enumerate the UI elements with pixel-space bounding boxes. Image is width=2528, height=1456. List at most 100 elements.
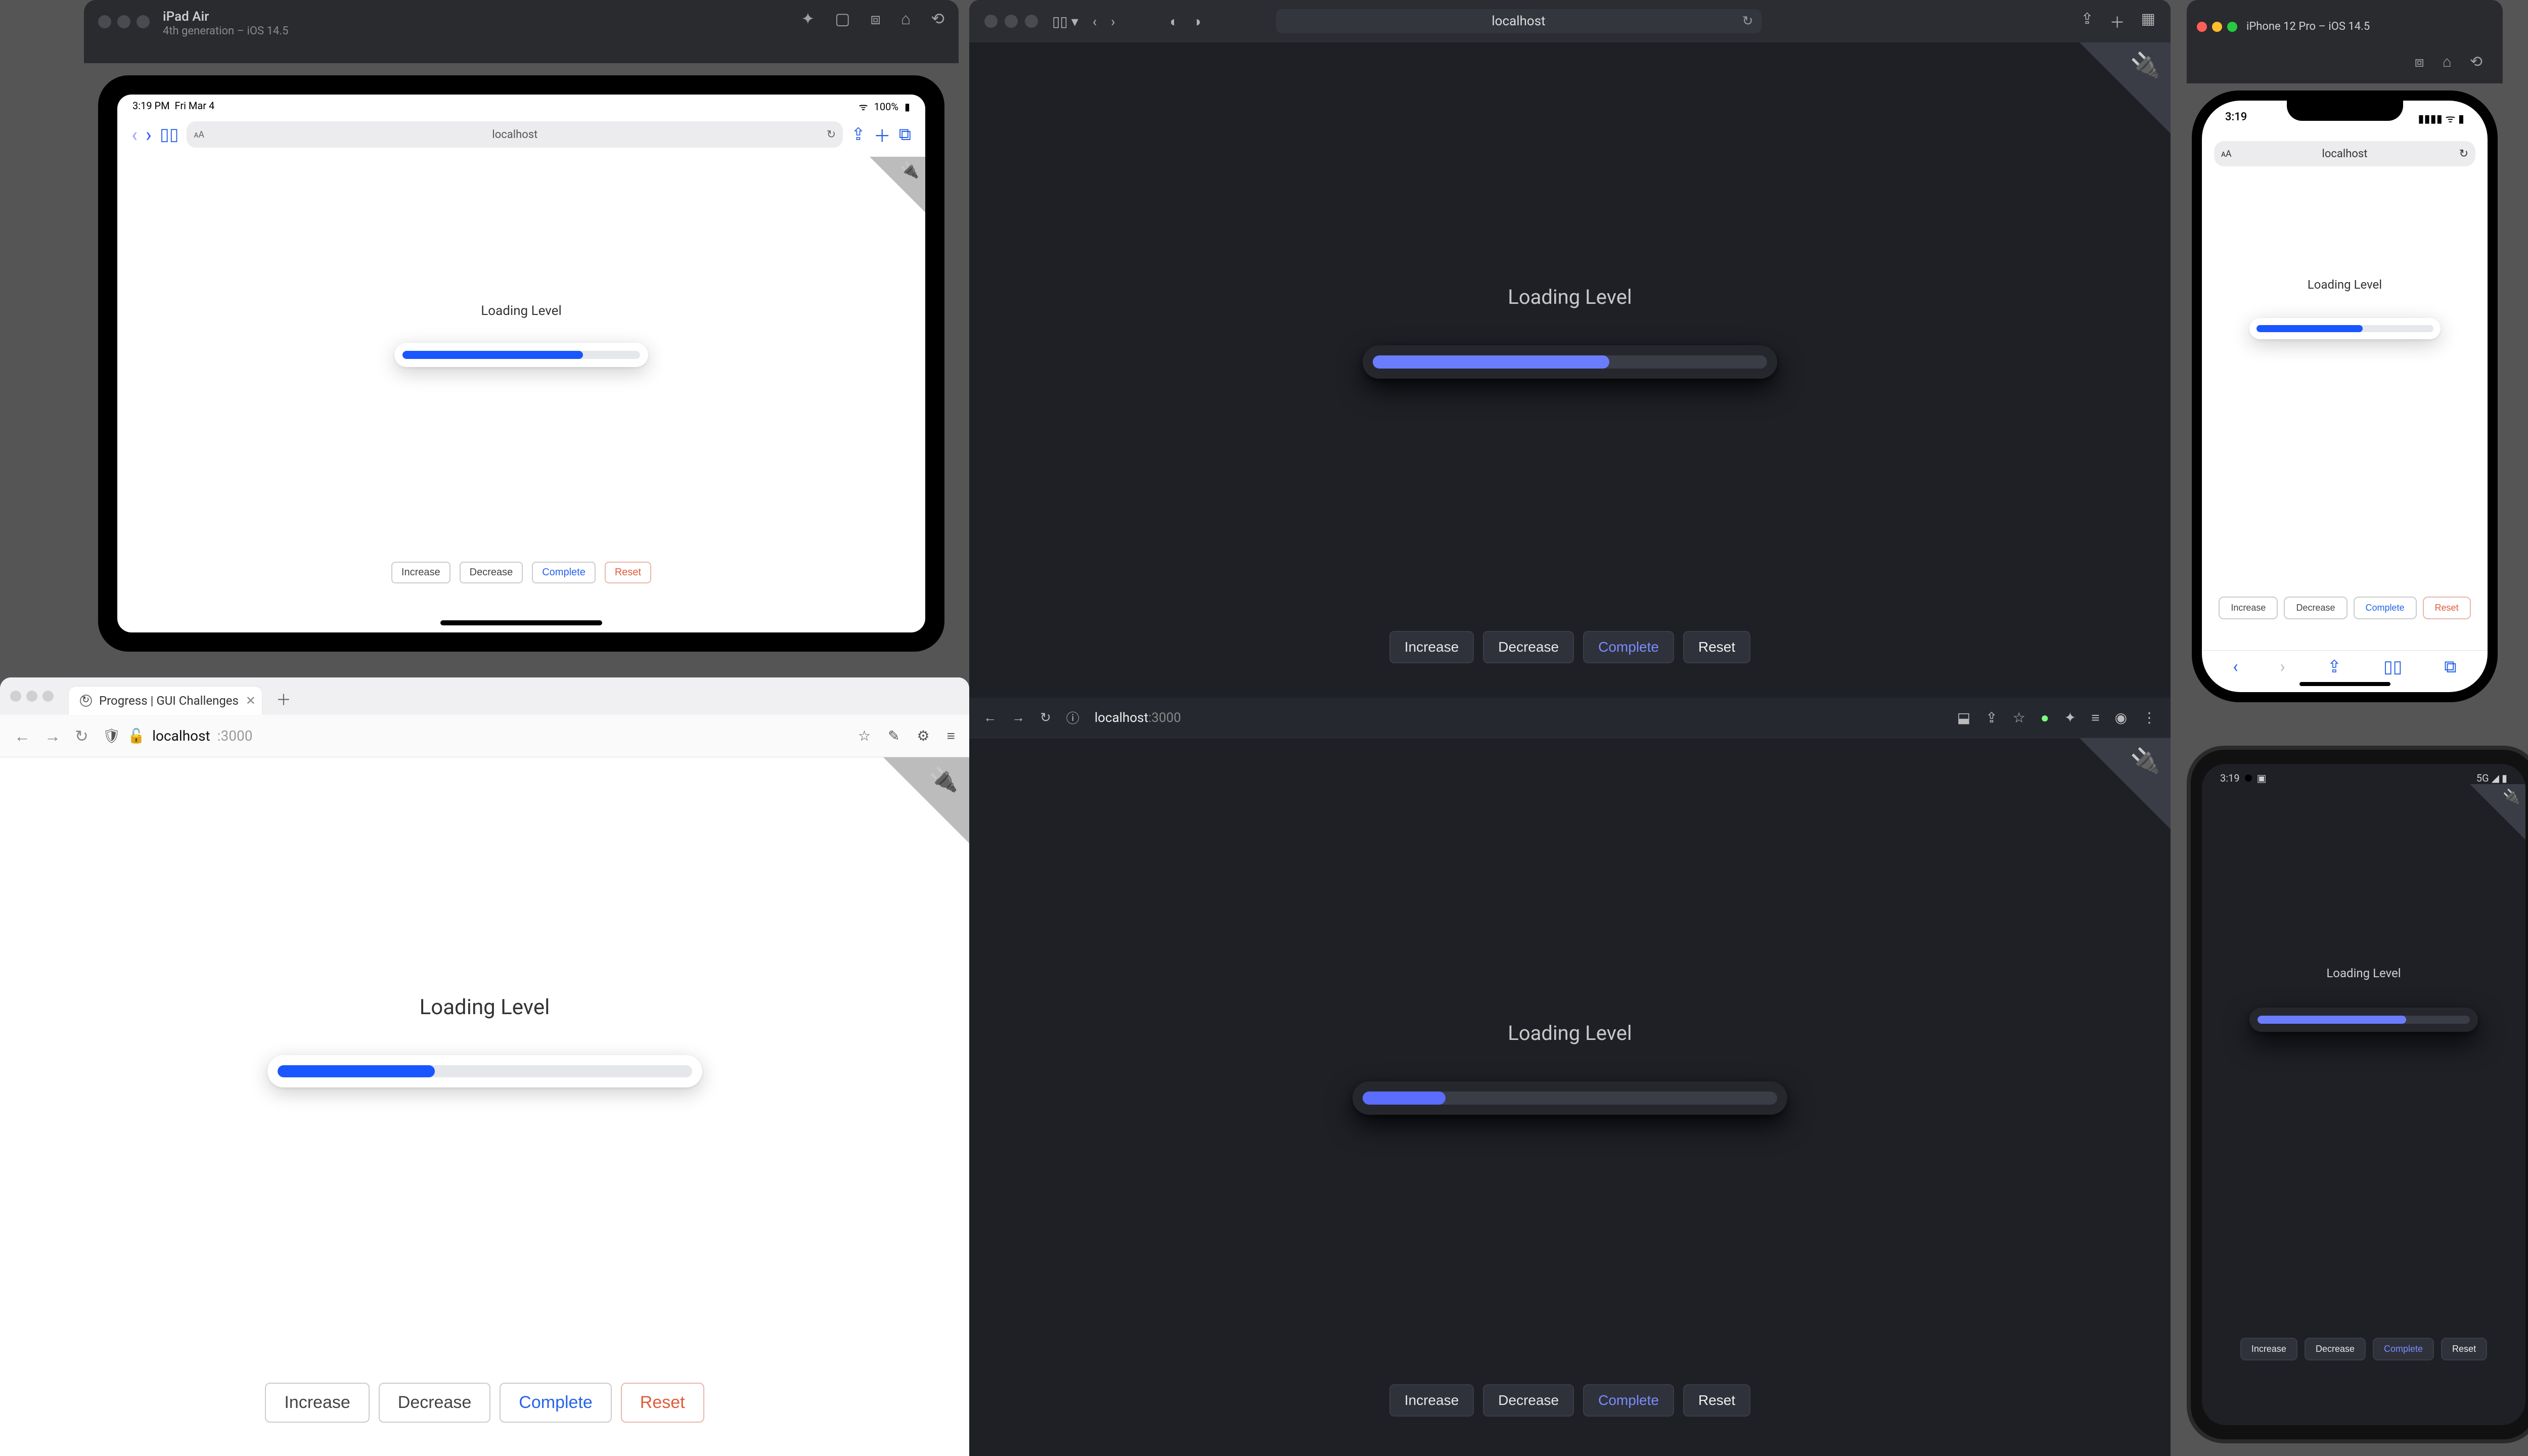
back-button[interactable]: ‹	[2233, 657, 2238, 677]
address-bar[interactable]: ᴀA localhost ↻	[2214, 141, 2475, 166]
appearance-icon[interactable]: ◑	[1193, 13, 1201, 30]
list-icon[interactable]: ≡	[2091, 709, 2099, 726]
share-icon[interactable]: ⇪	[851, 124, 866, 145]
record-icon[interactable]: ⧈	[871, 9, 881, 29]
reader-icon[interactable]: ᴀA	[194, 129, 204, 140]
decrease-button[interactable]: Decrease	[1483, 631, 1574, 663]
forward-button[interactable]: →	[44, 726, 61, 746]
reset-button[interactable]: Reset	[621, 1383, 704, 1423]
star-icon[interactable]: ☆	[2013, 709, 2025, 726]
shield-icon[interactable]: 🛡	[103, 727, 121, 744]
decrease-button[interactable]: Decrease	[2305, 1338, 2366, 1360]
address-bar[interactable]: localhost ↻	[1276, 9, 1762, 33]
forward-button[interactable]: ›	[1111, 13, 1115, 30]
bookmarks-icon[interactable]: ▯▯	[2383, 657, 2402, 677]
home-icon[interactable]: ⌂	[2443, 53, 2452, 77]
tabs-icon[interactable]: ⧉	[899, 124, 911, 145]
decrease-button[interactable]: Decrease	[1483, 1384, 1574, 1417]
reader-icon[interactable]: ᴀA	[2221, 149, 2232, 159]
simulator-title: iPad Air	[163, 9, 288, 25]
reset-button[interactable]: Reset	[2441, 1338, 2487, 1360]
back-button[interactable]: ←	[14, 726, 30, 746]
extensions-icon[interactable]: ⚙	[917, 727, 930, 744]
address-bar[interactable]: ᴀA localhost ↻	[187, 121, 843, 148]
increase-button[interactable]: Increase	[391, 562, 450, 583]
tabs-icon[interactable]: ▦	[2141, 10, 2155, 32]
home-indicator[interactable]	[2299, 682, 2390, 686]
reset-button[interactable]: Reset	[2423, 597, 2471, 619]
extension-icon[interactable]: ●	[2041, 709, 2049, 726]
screenshot-icon[interactable]: ⧈	[2415, 53, 2424, 77]
debug-icon: ▣	[2257, 772, 2267, 784]
wifi-icon: ᯤ	[859, 100, 868, 113]
tabs-icon[interactable]: ⧉	[2444, 657, 2456, 677]
reset-button[interactable]: Reset	[1683, 631, 1750, 663]
increase-button[interactable]: Increase	[2219, 597, 2278, 619]
reset-button[interactable]: Reset	[1683, 1384, 1750, 1417]
decrease-button[interactable]: Decrease	[460, 562, 523, 583]
increase-button[interactable]: Increase	[1389, 631, 1474, 663]
back-button[interactable]: ‹	[131, 123, 138, 147]
increase-button[interactable]: Increase	[265, 1383, 369, 1423]
address-bar[interactable]: 🛡 🔓 localhost:3000	[103, 727, 844, 744]
url-host: localhost	[1095, 710, 1148, 725]
home-icon[interactable]: ⌂	[901, 9, 911, 29]
traffic-lights[interactable]	[10, 691, 54, 702]
traffic-lights[interactable]	[98, 15, 150, 28]
reload-button[interactable]: ↻	[1040, 710, 1051, 725]
share-icon[interactable]: ⇪	[2327, 657, 2342, 677]
eyedropper-icon[interactable]: ✎	[888, 727, 899, 744]
reload-button[interactable]: ↻	[75, 726, 88, 746]
favicon	[80, 695, 92, 707]
complete-button[interactable]: Complete	[532, 562, 596, 583]
traffic-lights[interactable]	[984, 15, 1038, 28]
home-indicator[interactable]	[440, 620, 602, 625]
close-tab-icon[interactable]: ✕	[246, 694, 256, 708]
install-icon[interactable]: ⬓	[1957, 709, 1970, 726]
increase-button[interactable]: Increase	[1389, 1384, 1474, 1417]
complete-button[interactable]: Complete	[2354, 597, 2417, 619]
iphone-device-frame: 3:19 ▮▮▮▮ ᯤ ▮ ᴀA localhost ↻ Loading Lev…	[2192, 90, 2498, 702]
forward-button[interactable]: →	[1012, 710, 1025, 725]
sidebar-icon[interactable]: ▯▯	[160, 124, 178, 145]
plug-icon: 🔌	[900, 162, 919, 179]
reload-icon[interactable]: ↻	[827, 128, 836, 141]
new-tab-icon[interactable]: ＋	[874, 122, 891, 147]
decrease-button[interactable]: Decrease	[2284, 597, 2347, 619]
new-tab-button[interactable]: ＋	[268, 682, 299, 715]
sidebar-icon[interactable]: ▯▯ ▾	[1052, 13, 1078, 30]
safari-bottom-bar: ‹ › ⇪ ▯▯ ⧉	[2202, 650, 2488, 677]
traffic-lights[interactable]	[2197, 22, 2237, 32]
bookmark-star-icon[interactable]: ☆	[858, 727, 871, 744]
profile-icon[interactable]: ◉	[2115, 709, 2127, 726]
wifi-icon: ᯤ	[2445, 113, 2455, 125]
increase-button[interactable]: Increase	[2240, 1338, 2297, 1360]
rotate-icon[interactable]: ⟲	[2470, 53, 2482, 77]
firefox-window: Progress | GUI Challenges ✕ ＋ ← → ↻ 🛡 🔓 …	[0, 677, 969, 1456]
shield-icon[interactable]: ◐	[1170, 13, 1179, 30]
share-icon[interactable]: ⇪	[2081, 10, 2094, 32]
screenshot-icon[interactable]: ▢	[835, 9, 850, 29]
info-icon[interactable]: ⓘ	[1066, 708, 1079, 727]
back-button[interactable]: ←	[983, 710, 997, 725]
complete-button[interactable]: Complete	[500, 1383, 612, 1423]
hamburger-menu-icon[interactable]: ≡	[947, 727, 955, 744]
complete-button[interactable]: Complete	[1583, 1384, 1674, 1417]
forward-button[interactable]: ›	[146, 123, 152, 147]
rotate-icon[interactable]: ⟲	[931, 9, 944, 29]
kebab-menu-icon[interactable]: ⋮	[2142, 709, 2156, 726]
reset-button[interactable]: Reset	[605, 562, 651, 583]
sparkle-icon[interactable]: ✦	[801, 9, 815, 29]
new-tab-icon[interactable]: ＋	[2110, 10, 2125, 32]
complete-button[interactable]: Complete	[2373, 1338, 2434, 1360]
puzzle-icon[interactable]: ✦	[2064, 709, 2076, 726]
progress-bar	[1363, 345, 1777, 379]
share-icon[interactable]: ⇪	[1985, 709, 1997, 726]
complete-button[interactable]: Complete	[1583, 631, 1674, 663]
reload-icon[interactable]: ↻	[2459, 148, 2468, 160]
decrease-button[interactable]: Decrease	[379, 1383, 491, 1423]
browser-tab[interactable]: Progress | GUI Challenges ✕	[69, 687, 262, 715]
plug-icon: 🔌	[2503, 788, 2520, 805]
back-button[interactable]: ‹	[1093, 13, 1097, 30]
reload-icon[interactable]: ↻	[1742, 14, 1753, 29]
